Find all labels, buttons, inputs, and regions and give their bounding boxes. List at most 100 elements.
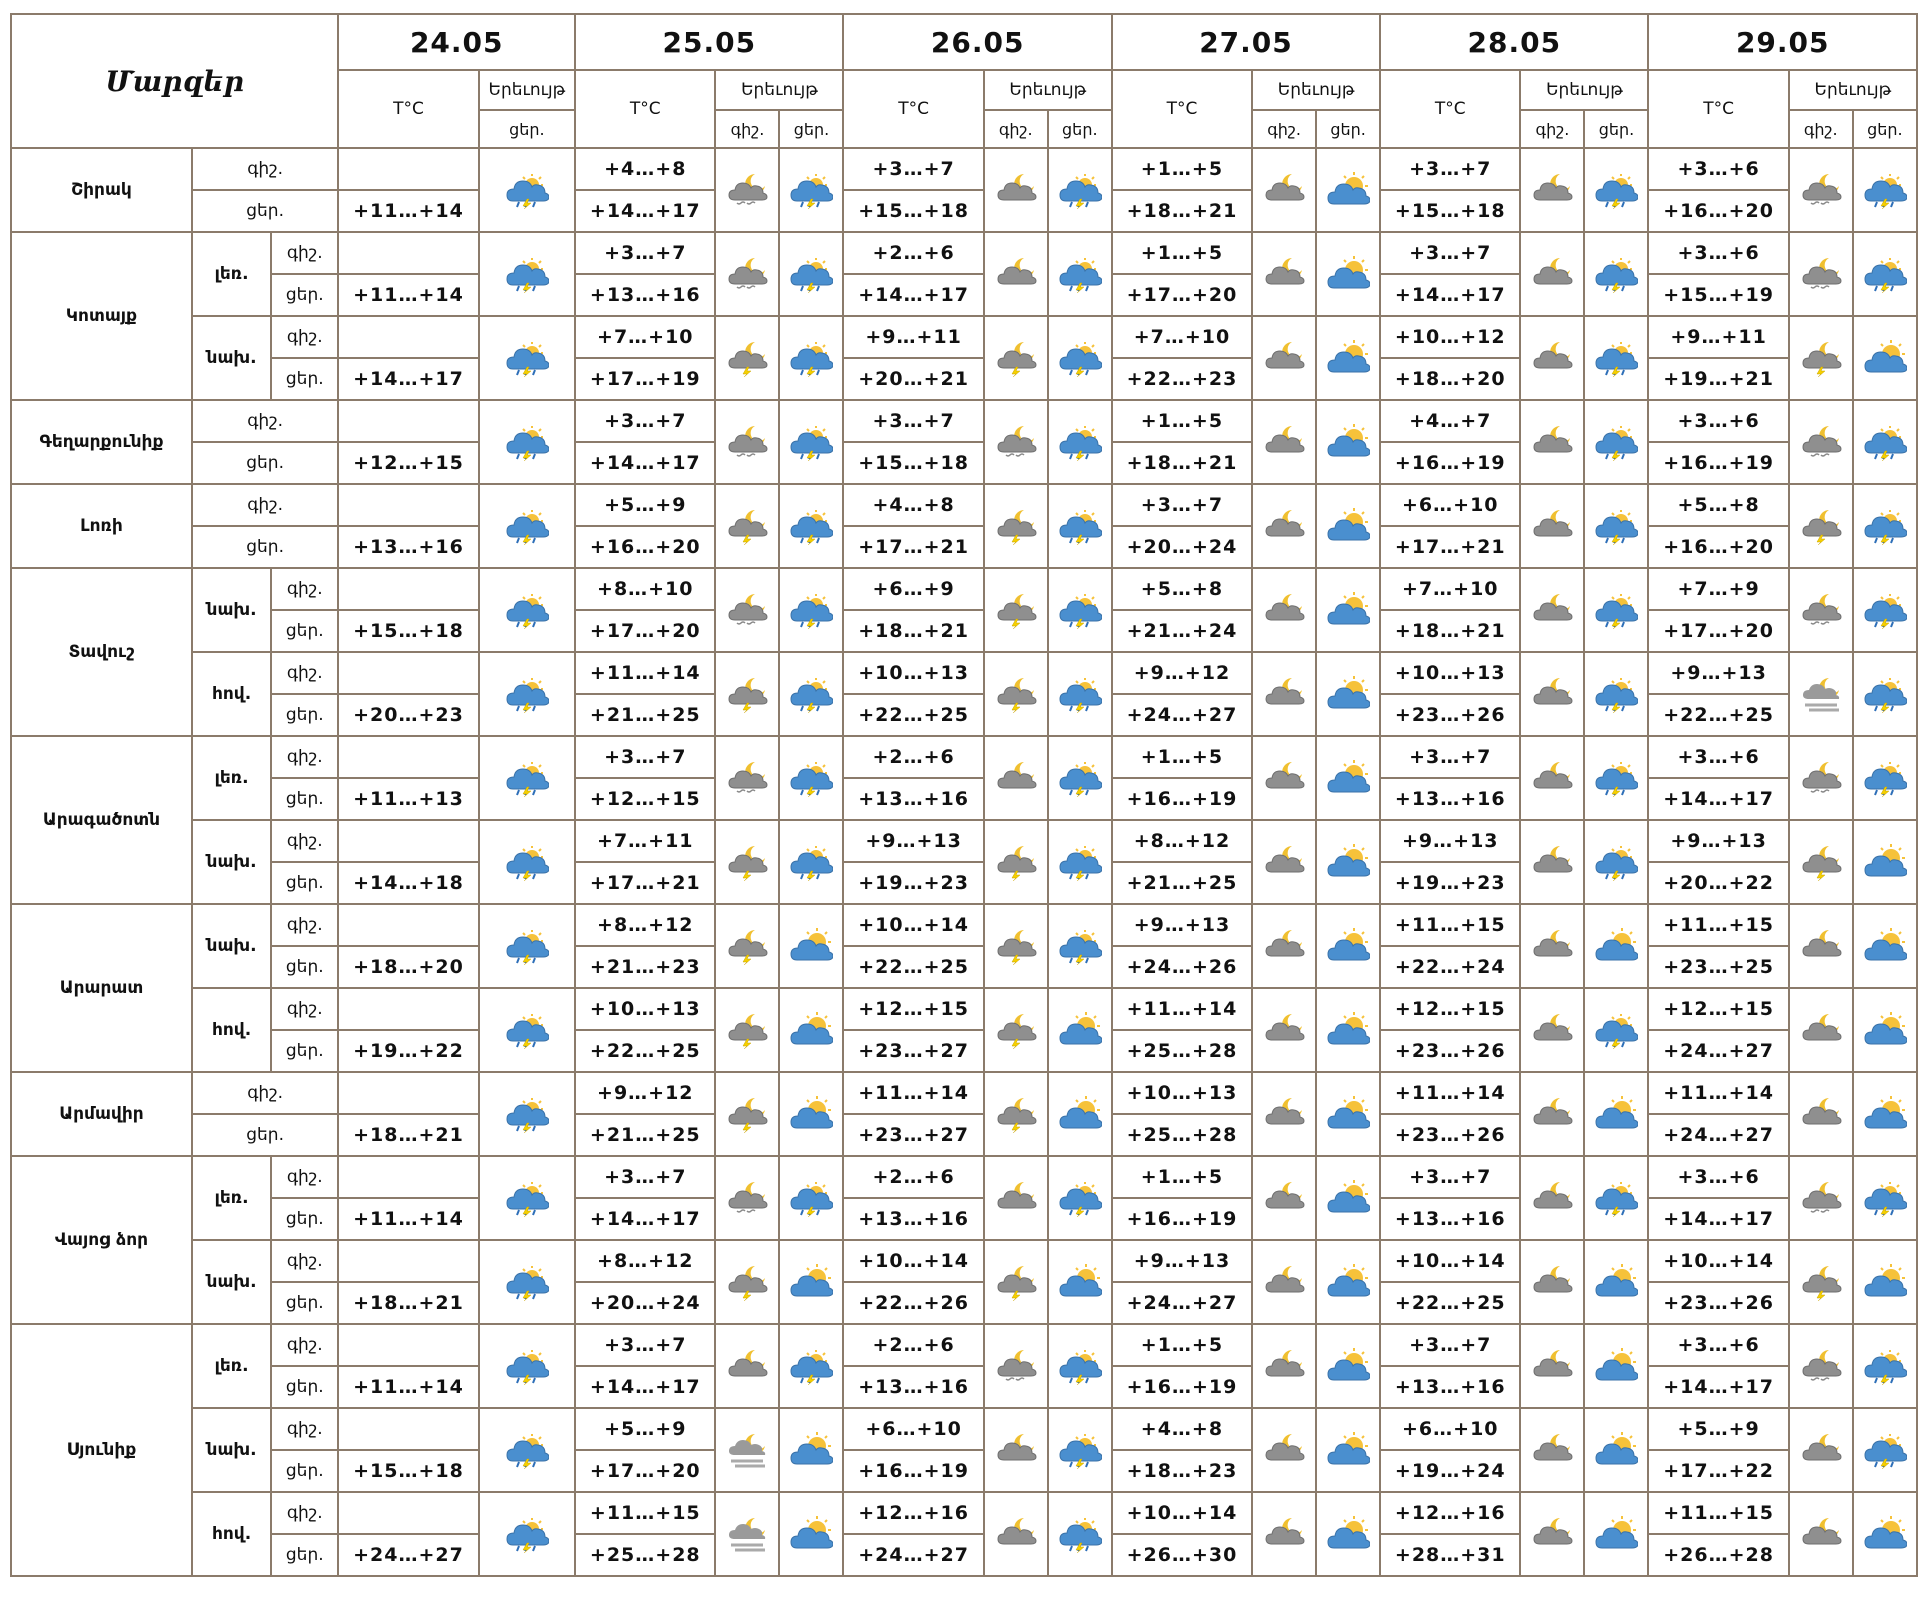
day-temperature: +14…+17 — [1647, 1365, 1790, 1409]
zone-name: լեռ. — [190, 1323, 273, 1409]
day-subheader: ցեր. — [1583, 109, 1650, 149]
moon-cloud-icon — [1262, 255, 1306, 293]
day-temperature: +14…+17 — [1647, 1197, 1790, 1241]
moon-cloud-icon — [1262, 171, 1306, 209]
night-icon-cell — [982, 1323, 1049, 1409]
night-icon-cell — [982, 399, 1049, 485]
day-temperature: +17…+21 — [1379, 525, 1522, 569]
sun-cloud-rain-lightning-icon — [1058, 507, 1102, 545]
moon-cloud-icon — [1530, 591, 1574, 629]
night-label: գիշ. — [270, 651, 340, 695]
day-temperature: +11…+13 — [337, 777, 480, 821]
night-icon-cell — [1519, 231, 1586, 317]
zone-name: նախ. — [190, 315, 273, 401]
sun-cloud-icon — [1326, 1179, 1371, 1217]
day-icon-cell — [1315, 231, 1382, 317]
sun-cloud-icon — [1594, 927, 1639, 965]
night-temperature: +10…+14 — [1110, 1491, 1254, 1535]
night-icon-cell — [982, 735, 1049, 821]
table-row: Արմավիր գիշ. +9…+12 +11…+14 +10…+13 +11…+14 +1… — [10, 1071, 1919, 1157]
night-icon-cell — [714, 1239, 781, 1325]
moon-cloud-rain-lightning-icon — [725, 843, 769, 881]
sun-cloud-rain-lightning-icon — [1863, 255, 1907, 293]
night-temperature: +7…+10 — [1379, 567, 1522, 611]
sun-cloud-rain-lightning-icon — [1058, 675, 1102, 713]
night-temperature: +12…+15 — [1379, 987, 1522, 1031]
date-header: 24.05 — [337, 13, 577, 71]
night-temperature: +10…+14 — [1647, 1239, 1790, 1283]
day-icon-cell — [1583, 483, 1650, 569]
sun-cloud-icon — [1863, 1515, 1907, 1553]
sun-cloud-rain-lightning-icon — [505, 255, 549, 293]
sun-cloud-rain-lightning-icon — [505, 1515, 549, 1553]
night-icon-cell — [714, 1407, 781, 1493]
sun-cloud-rain-lightning-icon — [505, 339, 549, 377]
moon-cloud-rain-lightning-icon — [725, 675, 769, 713]
night-icon-cell — [1251, 987, 1318, 1073]
night-temperature: +9…+13 — [1110, 903, 1254, 947]
night-label: գիշ. — [190, 399, 340, 443]
sun-cloud-rain-lightning-icon — [1594, 1179, 1639, 1217]
empty-cell — [337, 987, 480, 1031]
empty-cell — [337, 1407, 480, 1451]
day-temperature: +11…+14 — [337, 189, 480, 233]
night-label: գիշ. — [270, 315, 340, 359]
day-icon-cell — [1315, 399, 1382, 485]
night-temperature: +9…+13 — [1110, 1239, 1254, 1283]
moon-cloud-icon — [1262, 759, 1306, 797]
region-name: Տավուշ — [10, 567, 193, 737]
sun-cloud-icon — [1863, 1011, 1907, 1049]
table-row: Լոռի գիշ. +5…+9 +4…+8 +3…+7 +6…+10 +5…+8 — [10, 483, 1919, 569]
moon-cloud-rain-icon — [994, 423, 1038, 461]
moon-cloud-rain-icon — [725, 171, 769, 209]
moon-cloud-rain-icon — [1799, 423, 1843, 461]
sun-cloud-icon — [789, 1515, 834, 1553]
night-temperature: +3…+6 — [1647, 1155, 1790, 1199]
empty-cell — [337, 567, 480, 611]
sun-cloud-icon — [1326, 927, 1371, 965]
phenomenon-header: Երեւույթ — [714, 69, 845, 111]
sun-cloud-rain-lightning-icon — [789, 675, 834, 713]
day-icon-cell — [778, 651, 845, 737]
table-row: Կոտայք լեռ. գիշ. +3…+7 +2…+6 +1…+5 +3…+7 +3…+6 — [10, 231, 1919, 401]
sun-cloud-icon — [1326, 171, 1371, 209]
day-temperature: +14…+17 — [574, 441, 717, 485]
day-temperature: +13…+16 — [1379, 777, 1522, 821]
empty-cell — [337, 315, 480, 359]
moon-cloud-icon — [1262, 843, 1306, 881]
phenomenon-header: Երեւույթ — [1519, 69, 1650, 111]
day-icon-cell — [1046, 987, 1113, 1073]
day-temperature: +23…+27 — [842, 1113, 985, 1157]
sun-cloud-icon — [1058, 1095, 1102, 1133]
zone-name: նախ. — [190, 819, 273, 905]
night-icon-cell — [1251, 1407, 1318, 1493]
sun-cloud-rain-lightning-icon — [1058, 255, 1102, 293]
day-temperature: +11…+14 — [337, 1365, 480, 1409]
night-icon-cell — [1787, 1407, 1854, 1493]
night-temperature: +4…+8 — [1110, 1407, 1254, 1451]
night-icon-cell — [1787, 567, 1854, 653]
day-icon-cell — [1583, 819, 1650, 905]
moon-cloud-rain-lightning-icon — [1799, 1263, 1843, 1301]
day-label: ցեր. — [270, 609, 340, 653]
night-temperature: +2…+6 — [842, 1323, 985, 1367]
table-row: Գեղարքունիք գիշ. +3…+7 +3…+7 +1…+5 +4…+7 +3…+6 — [10, 399, 1919, 485]
night-temperature: +10…+13 — [1110, 1071, 1254, 1115]
night-temperature: +11…+15 — [1647, 1491, 1790, 1535]
moon-cloud-icon — [1530, 1431, 1574, 1469]
night-icon-cell — [1519, 819, 1586, 905]
sun-cloud-rain-lightning-icon — [1058, 759, 1102, 797]
day-temperature: +19…+22 — [337, 1029, 480, 1073]
day-temperature: +23…+26 — [1379, 1113, 1522, 1157]
night-temperature: +11…+15 — [1647, 903, 1790, 947]
sun-cloud-rain-lightning-icon — [1863, 507, 1907, 545]
weather-icon-cell — [477, 1239, 577, 1325]
moon-cloud-icon — [994, 171, 1038, 209]
night-temperature: +11…+14 — [574, 651, 717, 695]
night-icon-cell — [714, 651, 781, 737]
date-header: 25.05 — [574, 13, 845, 71]
date-header: 27.05 — [1110, 13, 1382, 71]
sun-cloud-icon — [1326, 1431, 1371, 1469]
sun-cloud-icon — [789, 1431, 834, 1469]
sun-cloud-rain-lightning-icon — [1863, 591, 1907, 629]
